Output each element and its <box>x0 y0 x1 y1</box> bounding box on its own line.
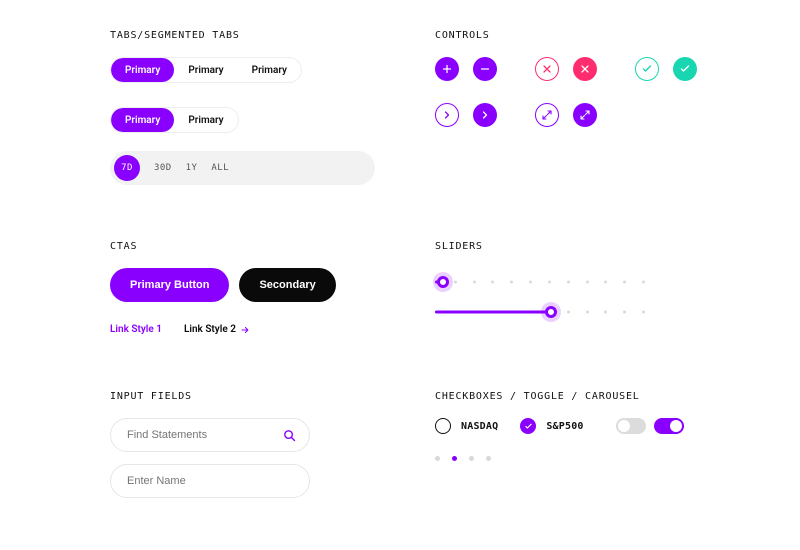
section-title-controls: CONTROLS <box>435 30 700 41</box>
slider-thumb[interactable] <box>437 276 449 288</box>
chevron-right-icon[interactable] <box>473 103 497 127</box>
minus-icon[interactable] <box>473 57 497 81</box>
carousel-dot[interactable] <box>452 456 457 461</box>
slider-b[interactable] <box>435 306 645 318</box>
search-field[interactable] <box>110 418 310 452</box>
carousel-dot[interactable] <box>469 456 474 461</box>
expand-icon[interactable] <box>573 103 597 127</box>
section-title-misc: CHECKBOXES / TOGGLE / CAROUSEL <box>435 391 700 402</box>
section-title-tabs: TABS/SEGMENTED TABS <box>110 30 375 41</box>
section-title-inputs: INPUT FIELDS <box>110 391 375 402</box>
segmented-tabs-b: Primary Primary <box>110 107 239 133</box>
primary-button[interactable]: Primary Button <box>110 268 229 302</box>
time-chip[interactable]: 7D <box>114 155 140 181</box>
check-icon[interactable] <box>635 57 659 81</box>
carousel-dots <box>435 456 700 461</box>
chevron-right-icon[interactable] <box>435 103 459 127</box>
checkbox-label: S&P500 <box>546 421 583 432</box>
checkbox-sp500[interactable] <box>520 418 536 434</box>
carousel-dot[interactable] <box>486 456 491 461</box>
arrow-right-icon <box>240 325 250 335</box>
close-icon[interactable] <box>573 57 597 81</box>
segmented-tab[interactable]: Primary <box>174 58 237 82</box>
time-chip[interactable]: ALL <box>211 163 229 173</box>
link-style-2[interactable]: Link Style 2 <box>184 324 250 335</box>
slider-thumb[interactable] <box>545 306 557 318</box>
segmented-tabs-a: Primary Primary Primary <box>110 57 302 83</box>
check-icon[interactable] <box>673 57 697 81</box>
toggle-on[interactable] <box>654 418 684 434</box>
search-icon[interactable] <box>282 428 297 443</box>
segmented-tab[interactable]: Primary <box>238 58 301 82</box>
toggle-off[interactable] <box>616 418 646 434</box>
section-title-sliders: SLIDERS <box>435 241 700 252</box>
slider-fill <box>435 311 551 314</box>
plus-icon[interactable] <box>435 57 459 81</box>
expand-icon[interactable] <box>535 103 559 127</box>
carousel-dot[interactable] <box>435 456 440 461</box>
checkbox-nasdaq[interactable] <box>435 418 451 434</box>
segmented-tab[interactable]: Primary <box>174 108 237 132</box>
close-icon[interactable] <box>535 57 559 81</box>
search-input[interactable] <box>127 429 274 441</box>
time-chip[interactable]: 30D <box>154 163 172 173</box>
segmented-tab[interactable]: Primary <box>111 58 174 82</box>
section-title-ctas: CTAS <box>110 241 375 252</box>
link-style-2-label: Link Style 2 <box>184 324 236 335</box>
link-style-1[interactable]: Link Style 1 <box>110 324 162 335</box>
segmented-tab[interactable]: Primary <box>111 108 174 132</box>
time-range-tabs: 7D 30D 1Y ALL <box>110 151 375 185</box>
slider-ticks <box>435 281 645 284</box>
name-field[interactable] <box>110 464 310 498</box>
secondary-button[interactable]: Secondary <box>239 268 335 302</box>
time-chip[interactable]: 1Y <box>186 163 198 173</box>
checkbox-label: NASDAQ <box>461 421 498 432</box>
slider-a[interactable] <box>435 276 645 288</box>
name-input[interactable] <box>127 475 297 487</box>
